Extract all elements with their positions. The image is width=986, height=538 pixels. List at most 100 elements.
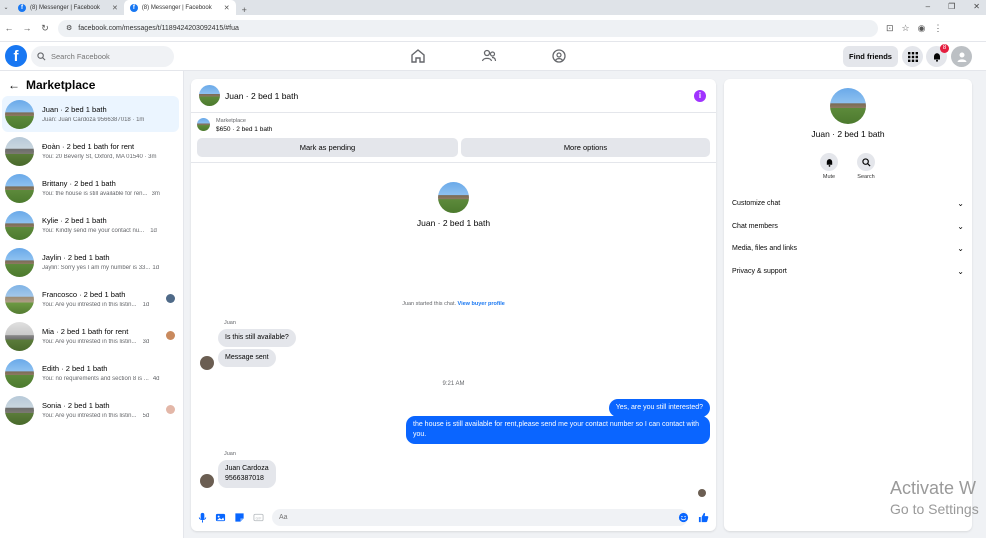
chevron-down-icon: ⌄ <box>957 198 964 208</box>
groups-icon[interactable] <box>551 48 567 64</box>
view-buyer-profile-link[interactable]: View buyer profile <box>458 301 505 307</box>
reload-icon[interactable]: ↻ <box>40 23 50 34</box>
conversation-title: Juan · 2 bed 1 bath <box>416 218 491 228</box>
notification-badge: 8 <box>940 44 949 53</box>
section-label: Privacy & support <box>732 267 787 275</box>
conversation-item-mia[interactable]: Mia · 2 bed 1 bath for rent You: Are you… <box>2 318 179 354</box>
sidebar-title: Marketplace <box>26 78 96 92</box>
chevron-down-icon: ⌄ <box>957 221 964 231</box>
tab-search-chevron-icon[interactable]: ⌄ <box>0 4 12 11</box>
sticker-icon[interactable] <box>234 512 245 523</box>
chat-panel: Juan · 2 bed 1 bath i Marketplace $650 ·… <box>191 79 716 531</box>
sender-name: Juan <box>224 320 236 326</box>
message-input-box[interactable] <box>272 509 688 526</box>
section-label: Media, files and links <box>732 244 797 252</box>
sender-avatar[interactable] <box>200 356 214 370</box>
back-icon[interactable]: ← <box>4 23 14 33</box>
mark-as-pending-button[interactable]: Mark as pending <box>197 138 458 157</box>
conversation-item-doan[interactable]: Đoàn · 2 bed 1 bath for rent You: 20 Bev… <box>2 133 179 169</box>
incoming-message[interactable]: Is this still available? <box>218 329 296 347</box>
message-line: Juan Cardoza <box>225 465 269 472</box>
site-info-icon[interactable]: ⚙ <box>66 24 72 32</box>
conversation-item-kylie[interactable]: Kylie · 2 bed 1 bath You: Kindly send me… <box>2 207 179 243</box>
conversation-preview: You: Are you intrested in this listin... <box>42 339 137 345</box>
chat-title[interactable]: Juan · 2 bed 1 bath <box>225 91 298 101</box>
restore-icon[interactable]: ❐ <box>948 2 955 11</box>
friends-icon[interactable] <box>481 48 497 64</box>
account-avatar[interactable] <box>951 46 972 67</box>
conversation-time: 1d <box>150 228 157 234</box>
forward-icon[interactable]: → <box>22 23 32 33</box>
conversation-name: Jaylin · 2 bed 1 bath <box>42 253 110 262</box>
back-arrow-icon[interactable]: ← <box>8 78 20 92</box>
microphone-icon[interactable] <box>197 512 208 523</box>
outgoing-message[interactable]: Yes, are you still interested? <box>608 399 710 417</box>
conversation-item-francosco[interactable]: Francosco · 2 bed 1 bath You: Are you in… <box>2 281 179 317</box>
find-friends-button[interactable]: Find friends <box>843 46 898 67</box>
seen-avatar <box>166 294 175 303</box>
incoming-message[interactable]: Message sent <box>218 349 276 367</box>
bookmark-star-icon[interactable]: ☆ <box>902 23 910 34</box>
thumbs-up-icon[interactable] <box>698 512 709 523</box>
mute-button[interactable]: Mute <box>814 153 844 180</box>
conversation-item-jaylin[interactable]: Jaylin · 2 bed 1 bath Jaylin: Sorry yes … <box>2 244 179 280</box>
new-tab-icon[interactable]: + <box>236 5 253 15</box>
conversation-preview: You: the house is still available for re… <box>42 191 148 197</box>
info-icon[interactable]: i <box>694 90 706 102</box>
photo-icon[interactable] <box>215 512 226 523</box>
window-controls: – ❐ ✕ <box>926 2 980 11</box>
install-app-icon[interactable]: ⊡ <box>886 23 894 34</box>
chat-members-section[interactable]: Chat members ⌄ <box>732 217 964 235</box>
sender-avatar[interactable] <box>200 474 214 488</box>
close-tab-icon[interactable]: ✕ <box>112 4 118 12</box>
seen-avatar <box>166 331 175 340</box>
chat-header: Juan · 2 bed 1 bath i <box>191 79 716 113</box>
contact-name: Juan · 2 bed 1 bath <box>811 129 885 139</box>
marketplace-label: Marketplace <box>216 118 246 124</box>
incoming-message[interactable]: Juan Cardoza 9566387018 <box>218 460 276 488</box>
message-input[interactable] <box>279 514 659 521</box>
outgoing-message[interactable]: the house is still available for rent,pl… <box>406 416 710 444</box>
listing-thumbnail <box>5 321 34 351</box>
conversation-preview: Jaylin: Sorry yes I am my number is 33..… <box>42 265 151 271</box>
browser-tab-2[interactable]: f (8) Messenger | Facebook ✕ <box>123 0 236 15</box>
privacy-support-section[interactable]: Privacy & support ⌄ <box>732 262 964 280</box>
conversation-item-sonia[interactable]: Sonia · 2 bed 1 bath You: Are you intres… <box>2 392 179 428</box>
sender-name: Juan <box>224 451 236 457</box>
search-input[interactable] <box>51 52 161 61</box>
more-options-button[interactable]: More options <box>461 138 710 157</box>
facebook-logo-icon[interactable]: f <box>5 45 27 67</box>
conversation-item-edith[interactable]: Edith · 2 bed 1 bath You: no requirement… <box>2 355 179 391</box>
grid-icon <box>907 51 918 62</box>
customize-chat-section[interactable]: Customize chat ⌄ <box>732 194 964 212</box>
search-box[interactable] <box>31 46 174 67</box>
search-in-chat-button[interactable]: Search <box>851 153 881 180</box>
chat-info-panel: Juan · 2 bed 1 bath Mute Search Customiz… <box>724 79 972 531</box>
conversation-name: Francosco · 2 bed 1 bath <box>42 290 126 299</box>
emoji-icon[interactable] <box>678 512 689 523</box>
browser-toolbar: ← → ↻ ⚙ facebook.com/messages/t/11894242… <box>0 15 986 42</box>
message-timestamp: 9:21 AM <box>442 381 465 387</box>
menu-grid-button[interactable] <box>902 46 923 67</box>
profile-icon[interactable]: ◉ <box>918 23 926 34</box>
conversation-item-juan[interactable]: Juan · 2 bed 1 bath Juan: Juan Cardoza 9… <box>2 96 179 132</box>
conversation-name: Edith · 2 bed 1 bath <box>42 364 108 373</box>
notifications-button[interactable]: 8 <box>926 44 949 67</box>
close-window-icon[interactable]: ✕ <box>973 2 980 11</box>
browser-menu-icon[interactable]: ⋮ <box>933 23 942 34</box>
chat-started-text: Juan started this chat. <box>402 301 456 307</box>
gif-icon[interactable]: GIF <box>253 512 264 523</box>
marketplace-listing-row[interactable]: Marketplace $650 · 2 bed 1 bath <box>191 113 716 138</box>
home-icon[interactable] <box>410 48 426 64</box>
listing-thumbnail <box>5 358 34 388</box>
conversation-name: Brittany · 2 bed 1 bath <box>42 179 116 188</box>
chat-avatar[interactable] <box>199 85 220 106</box>
browser-tab-1[interactable]: f (8) Messenger | Facebook ✕ <box>12 0 124 15</box>
contact-avatar[interactable] <box>830 88 866 124</box>
address-bar[interactable]: ⚙ facebook.com/messages/t/11894242030924… <box>58 19 878 37</box>
minimize-icon[interactable]: – <box>926 2 930 11</box>
media-files-links-section[interactable]: Media, files and links ⌄ <box>732 239 964 257</box>
close-tab-icon[interactable]: ✕ <box>224 4 230 12</box>
conversation-item-brittany[interactable]: Brittany · 2 bed 1 bath You: the house i… <box>2 170 179 206</box>
conversation-avatar[interactable] <box>438 182 469 213</box>
